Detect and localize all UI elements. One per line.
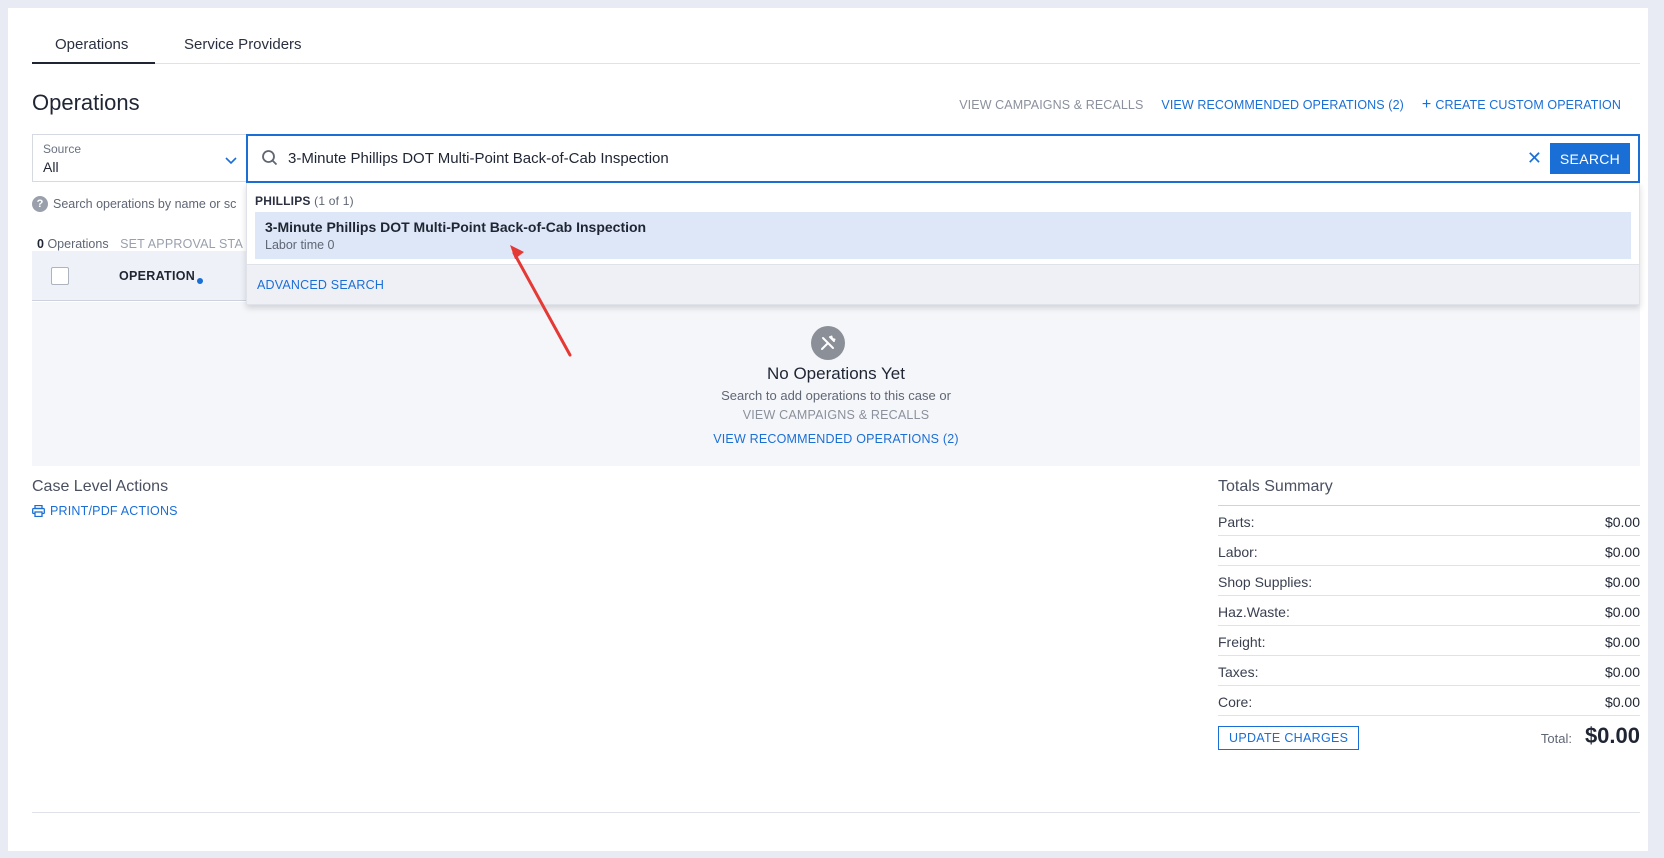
top-actions: VIEW CAMPAIGNS & RECALLS VIEW RECOMMENDE… — [959, 96, 1621, 113]
sort-indicator-icon — [197, 278, 204, 284]
totals-row-value: $0.00 — [1604, 633, 1640, 650]
results-group-header: PHILLIPS (1 of 1) — [255, 194, 354, 208]
main-panel: Operations Service Providers Operations … — [8, 8, 1648, 851]
print-pdf-actions-link[interactable]: PRINT/PDF ACTIONS — [32, 504, 178, 518]
clear-search-icon[interactable]: ✕ — [1527, 148, 1542, 169]
printer-icon — [32, 505, 45, 517]
total-label: Total: — [1540, 731, 1572, 746]
source-value: All — [43, 159, 59, 175]
tab-operations[interactable]: Operations — [55, 36, 128, 53]
column-operation-label: OPERATION — [119, 269, 196, 283]
view-recommended-link[interactable]: VIEW RECOMMENDED OPERATIONS (2) — [1161, 98, 1403, 112]
tab-operations-label: Operations — [55, 36, 129, 53]
annotation-arrow-icon — [510, 245, 572, 357]
bottom-divider — [32, 812, 1640, 813]
totals-row-labor: Labor: $0.00 — [1218, 536, 1640, 566]
tools-icon — [811, 326, 845, 360]
column-operation[interactable]: OPERATION — [119, 269, 204, 284]
tab-service-providers[interactable]: Service Providers — [184, 36, 302, 53]
chevron-down-icon — [225, 157, 237, 165]
totals-row-label: Freight: — [1218, 633, 1266, 650]
totals-row-value: $0.00 — [1604, 603, 1640, 620]
page-title: Operations — [32, 90, 140, 115]
update-charges-button[interactable]: UPDATE CHARGES — [1218, 726, 1360, 750]
plus-icon: + — [1421, 96, 1432, 113]
results-group-name: PHILLIPS — [255, 194, 311, 208]
operation-search-box: ✕ SEARCH — [246, 134, 1640, 183]
view-campaigns-link[interactable]: VIEW CAMPAIGNS & RECALLS — [959, 98, 1143, 112]
empty-view-campaigns-link: VIEW CAMPAIGNS & RECALLS — [32, 408, 1640, 422]
totals-summary: Totals Summary Parts: $0.00 Labor: $0.00 S… — [1218, 478, 1640, 758]
totals-row-value: $0.00 — [1604, 543, 1640, 560]
case-level-actions-title: Case Level Actions — [32, 478, 169, 495]
totals-row-core: Core: $0.00 — [1218, 686, 1640, 716]
totals-summary-title: Totals Summary — [1218, 478, 1640, 506]
totals-row-parts: Parts: $0.00 — [1218, 506, 1640, 536]
advanced-search-link[interactable]: ADVANCED SEARCH — [257, 278, 384, 292]
tab-bar: Operations Service Providers — [32, 22, 1640, 64]
empty-state-title: No Operations Yet — [767, 364, 905, 383]
empty-state-subtitle: Search to add operations to this case or — [721, 388, 951, 403]
totals-row-value: $0.00 — [1604, 663, 1640, 680]
total-value: $0.00 — [1584, 723, 1640, 748]
search-icon — [262, 150, 278, 166]
totals-row-taxes: Taxes: $0.00 — [1218, 656, 1640, 686]
create-custom-operation-link[interactable]: + CREATE CUSTOM OPERATION — [1421, 96, 1621, 113]
totals-row-value: $0.00 — [1604, 693, 1640, 710]
totals-row-haz-waste: Haz.Waste: $0.00 — [1218, 596, 1640, 626]
operations-count-label: Operations — [47, 237, 109, 251]
operations-count-bar: 0 Operations SET APPROVAL STA — [37, 237, 247, 251]
totals-row-shop-supplies: Shop Supplies: $0.00 — [1218, 566, 1640, 596]
select-all-checkbox[interactable] — [51, 267, 69, 285]
totals-row-label: Shop Supplies: — [1218, 573, 1313, 590]
set-approval-status-button[interactable]: SET APPROVAL STA — [120, 237, 243, 251]
empty-state: No Operations Yet Search to add operatio… — [32, 302, 1640, 466]
help-icon: ? — [32, 196, 48, 212]
dropdown-footer: ADVANCED SEARCH — [247, 264, 1639, 304]
source-select[interactable]: Source All — [32, 134, 248, 182]
empty-view-campaigns-label[interactable]: VIEW CAMPAIGNS & RECALLS — [743, 408, 930, 422]
search-result-item[interactable]: 3-Minute Phillips DOT Multi-Point Back-o… — [255, 212, 1631, 259]
totals-row-value: $0.00 — [1604, 513, 1640, 530]
totals-footer: UPDATE CHARGES Total: $0.00 — [1218, 716, 1640, 758]
search-hint-text: Search operations by name or sc — [53, 197, 237, 211]
totals-row-freight: Freight: $0.00 — [1218, 626, 1640, 656]
totals-row-label: Haz.Waste: — [1218, 603, 1290, 620]
empty-view-recommended-link: VIEW RECOMMENDED OPERATIONS (2) — [32, 432, 1640, 446]
operations-count: 0 — [37, 237, 44, 251]
results-group-count: (1 of 1) — [314, 194, 354, 208]
totals-row-label: Core: — [1218, 693, 1253, 710]
search-input[interactable] — [288, 145, 1438, 171]
search-hint: ? Search operations by name or sc — [32, 196, 247, 212]
tab-service-providers-label: Service Providers — [184, 36, 302, 53]
search-results-dropdown: PHILLIPS (1 of 1) 3-Minute Phillips DOT … — [246, 183, 1640, 305]
empty-view-recommended-label[interactable]: VIEW RECOMMENDED OPERATIONS (2) — [713, 432, 959, 446]
active-tab-underline — [32, 62, 155, 64]
totals-row-label: Parts: — [1218, 513, 1255, 530]
totals-row-label: Taxes: — [1218, 663, 1259, 680]
source-label: Source — [43, 142, 82, 156]
search-button[interactable]: SEARCH — [1550, 143, 1630, 174]
search-result-title: 3-Minute Phillips DOT Multi-Point Back-o… — [265, 219, 647, 235]
print-pdf-actions-label: PRINT/PDF ACTIONS — [50, 504, 178, 518]
totals-row-value: $0.00 — [1604, 573, 1640, 590]
search-result-labor-time: Labor time 0 — [265, 238, 335, 252]
totals-row-label: Labor: — [1218, 543, 1258, 560]
create-custom-operation-label: CREATE CUSTOM OPERATION — [1435, 98, 1621, 112]
